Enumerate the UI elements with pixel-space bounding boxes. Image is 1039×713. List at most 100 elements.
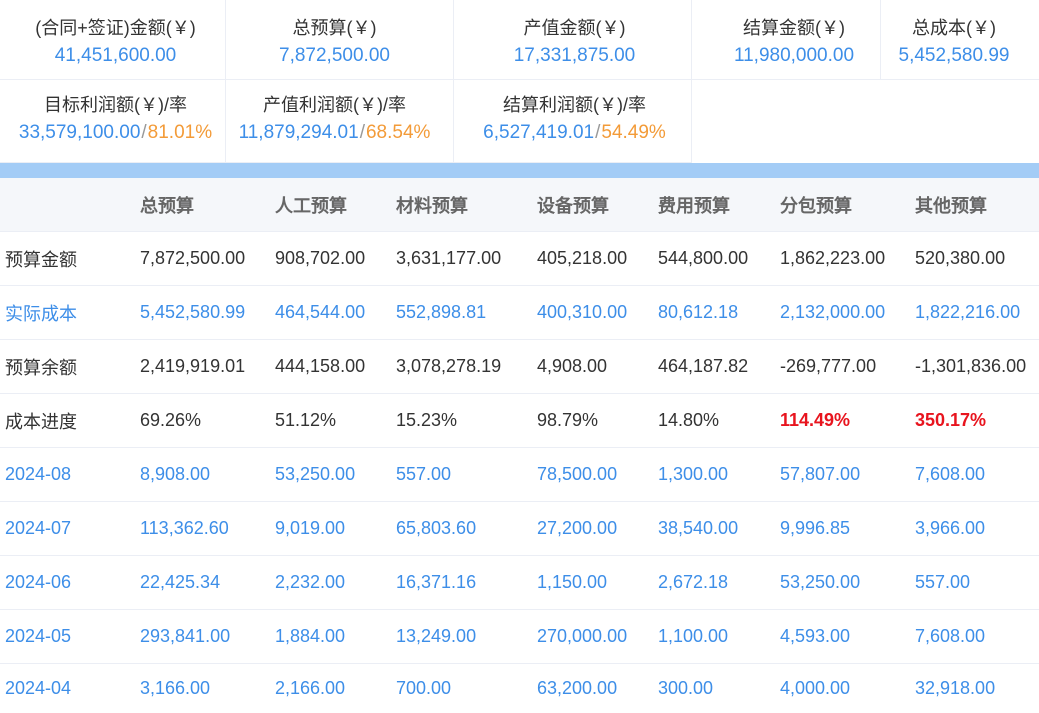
table-cell-link[interactable]: 400,310.00 [532, 286, 653, 339]
table-cell-link[interactable]: 1,884.00 [270, 610, 391, 663]
table-cell-link[interactable]: 4,000.00 [775, 664, 910, 713]
table-header-material-budget: 材料预算 [396, 195, 468, 216]
table-cell-link[interactable]: 2,232.00 [270, 556, 391, 609]
table-cell-link[interactable]: 5,452,580.99 [135, 286, 270, 339]
table-cell-link[interactable]: 293,841.00 [135, 610, 270, 663]
table-cell-link[interactable]: 57,807.00 [775, 448, 910, 501]
row-label-link[interactable]: 实际成本 [0, 286, 135, 339]
table-cell-link[interactable]: 2,132,000.00 [775, 286, 910, 339]
table-cell-link[interactable]: 53,250.00 [775, 556, 910, 609]
summary-card-label: 总成本(￥) [912, 18, 996, 38]
summary-card-value: 11,980,000.00 [733, 45, 855, 66]
table-cell-link[interactable]: 1,300.00 [653, 448, 775, 501]
table-row-month-2024-06: 2024-06 22,425.34 2,232.00 16,371.16 1,1… [0, 556, 1039, 610]
table-cell: 51.12% [275, 410, 337, 430]
profit-separator: / [141, 122, 147, 143]
table-cell-link[interactable]: 3,166.00 [135, 664, 270, 713]
table-cell-link[interactable]: 9,019.00 [270, 502, 391, 555]
row-label-link[interactable]: 2024-07 [0, 502, 135, 555]
table-cell-link[interactable]: 53,250.00 [270, 448, 391, 501]
profit-rate: 81.01% [147, 122, 213, 143]
table-cell-link[interactable]: 4,593.00 [775, 610, 910, 663]
table-cell-link[interactable]: 1,150.00 [532, 556, 653, 609]
table-cell-link[interactable]: 16,371.16 [391, 556, 532, 609]
table-cell-link[interactable]: 557.00 [391, 448, 532, 501]
row-label-link[interactable]: 2024-06 [0, 556, 135, 609]
table-row-actual-cost: 实际成本 5,452,580.99 464,544.00 552,898.81 … [0, 286, 1039, 340]
table-cell: 15.23% [396, 410, 458, 430]
table-cell-link[interactable]: 557.00 [910, 556, 1039, 609]
summary-card-settlement-profit: 结算利润额(￥)/率 6,527,419.01/54.49% [454, 80, 692, 163]
row-label: 预算余额 [5, 357, 77, 378]
table-cell: 544,800.00 [658, 248, 749, 268]
table-cell: -1,301,836.00 [915, 356, 1027, 376]
table-cell-link[interactable]: 3,966.00 [910, 502, 1039, 555]
profit-value: 6,527,419.01/54.49% [458, 121, 691, 145]
summary-card-label: 总预算(￥) [292, 18, 377, 38]
profit-amount: 11,879,294.01 [238, 122, 359, 143]
table-cell-link[interactable]: 7,608.00 [910, 610, 1039, 663]
table-cell-over-budget: 350.17% [915, 410, 987, 430]
table-cell-link[interactable]: 464,544.00 [270, 286, 391, 339]
table-cell: 3,631,177.00 [396, 248, 502, 268]
table-cell-link[interactable]: 7,608.00 [910, 448, 1039, 501]
summary-card-label: 产值金额(￥) [523, 18, 626, 38]
table-row-budget-balance: 预算余额 2,419,919.01 444,158.00 3,078,278.1… [0, 340, 1039, 394]
profit-separator: / [359, 122, 365, 143]
table-header-equipment-budget: 设备预算 [537, 195, 609, 216]
table-cell-link[interactable]: 270,000.00 [532, 610, 653, 663]
table-cell: 908,702.00 [275, 248, 366, 268]
table-cell-link[interactable]: 2,166.00 [270, 664, 391, 713]
table-cell-link[interactable]: 32,918.00 [910, 664, 1039, 713]
table-accent-bar [0, 163, 1039, 178]
table-cell: 3,078,278.19 [396, 356, 502, 376]
summary-card-label: 结算金额(￥) [743, 18, 845, 38]
row-label: 成本进度 [5, 411, 77, 432]
table-cell-link[interactable]: 1,100.00 [653, 610, 775, 663]
row-label-link[interactable]: 2024-05 [0, 610, 135, 663]
table-cell-link[interactable]: 63,200.00 [532, 664, 653, 713]
row-label: 预算金额 [5, 249, 77, 270]
profit-amount: 6,527,419.01 [483, 122, 595, 143]
table-cell-link[interactable]: 113,362.60 [135, 502, 270, 555]
table-cell: 464,187.82 [658, 356, 749, 376]
project-cost-dashboard: (合同+签证)金额(￥) 41,451,600.00 总预算(￥) 7,872,… [0, 0, 1039, 713]
table-cell: 2,419,919.01 [140, 356, 246, 376]
profit-rate: 68.54% [365, 122, 431, 143]
table-cell-link[interactable]: 1,822,216.00 [910, 286, 1039, 339]
table-cell-link[interactable]: 300.00 [653, 664, 775, 713]
summary-card-value: 5,452,580.99 [898, 45, 1010, 66]
summary-card-output-value: 产值金额(￥) 17,331,875.00 [454, 0, 692, 80]
table-cell-link[interactable]: 38,540.00 [653, 502, 775, 555]
table-cell-link[interactable]: 8,908.00 [135, 448, 270, 501]
profit-amount: 33,579,100.00 [18, 122, 141, 143]
table-row-month-2024-08: 2024-08 8,908.00 53,250.00 557.00 78,500… [0, 448, 1039, 502]
summary-card-settlement-amount: 结算金额(￥) 11,980,000.00 [692, 0, 881, 80]
table-cell-link[interactable]: 27,200.00 [532, 502, 653, 555]
table-cell-link[interactable]: 78,500.00 [532, 448, 653, 501]
summary-card-label: 产值利润额(￥)/率 [263, 95, 406, 115]
table-cell-link[interactable]: 80,612.18 [653, 286, 775, 339]
table-header-subcontract-budget: 分包预算 [780, 195, 852, 216]
table-cell-link[interactable]: 700.00 [391, 664, 532, 713]
profit-rate: 54.49% [601, 122, 666, 143]
table-cell-link[interactable]: 13,249.00 [391, 610, 532, 663]
row-label-link[interactable]: 2024-08 [0, 448, 135, 501]
table-cell: 444,158.00 [275, 356, 366, 376]
summary-card-label: 目标利润额(￥)/率 [44, 95, 187, 115]
table-cell-link[interactable]: 552,898.81 [391, 286, 532, 339]
row-label-link[interactable]: 2024-04 [0, 664, 135, 713]
table-cell-link[interactable]: 22,425.34 [135, 556, 270, 609]
profit-value: 11,879,294.01/68.54% [226, 121, 443, 145]
table-cell: 520,380.00 [915, 248, 1006, 268]
table-cell: 98.79% [537, 410, 599, 430]
summary-card-value: 41,451,600.00 [54, 45, 177, 66]
table-header-total-budget: 总预算 [140, 195, 194, 216]
table-cell-link[interactable]: 2,672.18 [653, 556, 775, 609]
budget-table: 总预算 人工预算 材料预算 设备预算 费用预算 分包预算 其他预算 预算金额 7… [0, 178, 1039, 713]
table-header-row: 总预算 人工预算 材料预算 设备预算 费用预算 分包预算 其他预算 [0, 178, 1039, 232]
table-cell-link[interactable]: 65,803.60 [391, 502, 532, 555]
table-header-other-budget: 其他预算 [915, 195, 987, 216]
table-header-expense-budget: 费用预算 [658, 195, 730, 216]
table-cell-link[interactable]: 9,996.85 [775, 502, 910, 555]
